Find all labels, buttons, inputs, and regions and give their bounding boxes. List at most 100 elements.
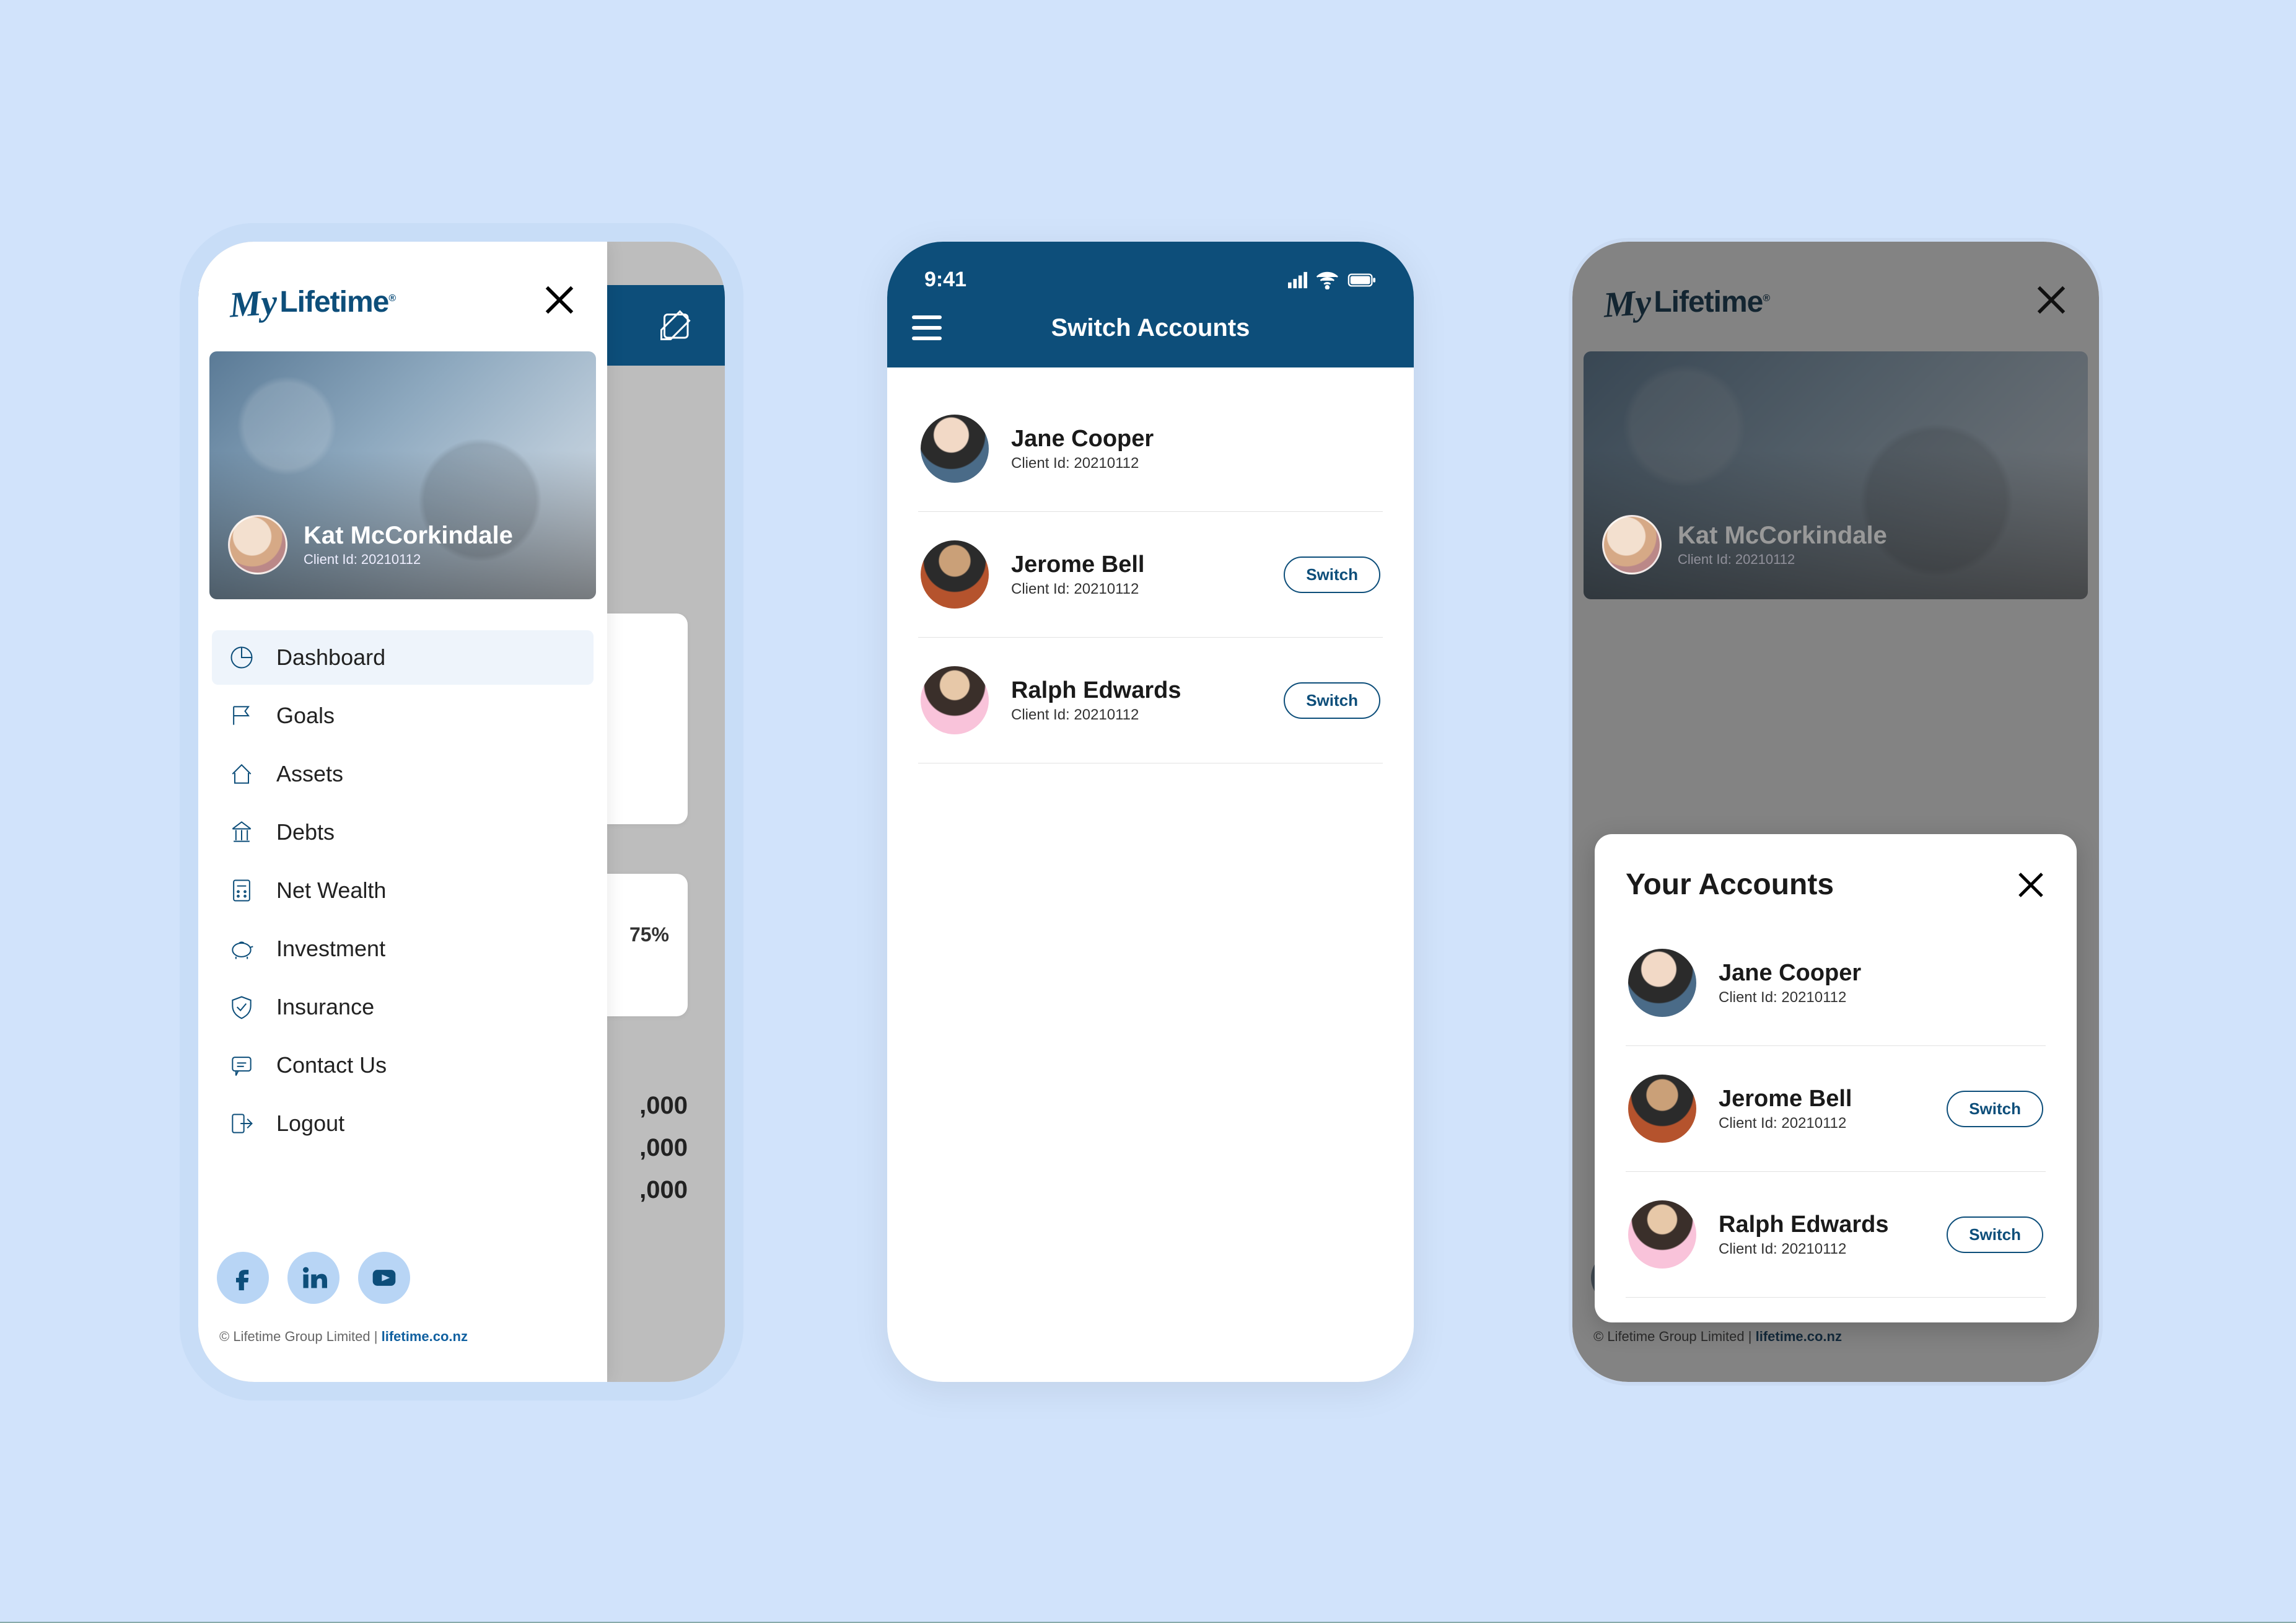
- nav-debts[interactable]: Debts: [212, 805, 594, 860]
- flag-icon: [228, 702, 255, 729]
- avatar: [921, 540, 989, 609]
- nav-label: Insurance: [276, 994, 374, 1020]
- switch-button[interactable]: Switch: [1947, 1216, 2043, 1253]
- nav-assets[interactable]: Assets: [212, 747, 594, 801]
- switch-button[interactable]: Switch: [1947, 1091, 2043, 1127]
- logo-lifetime: Lifetime®: [279, 285, 395, 319]
- shield-icon: [228, 993, 255, 1021]
- account-client-id: Client Id: 20210112: [1719, 989, 2043, 1006]
- dashboard-figures: ,000 ,000 ,000: [639, 1084, 688, 1211]
- nav-label: Logout: [276, 1111, 344, 1137]
- nav-investment[interactable]: Investment: [212, 921, 594, 976]
- status-time: 9:41: [924, 268, 966, 292]
- nav-label: Goals: [276, 703, 335, 729]
- close-icon[interactable]: [543, 283, 576, 317]
- youtube-link[interactable]: [358, 1252, 410, 1304]
- account-row[interactable]: Jane Cooper Client Id: 20210112: [918, 386, 1383, 512]
- account-name: Jerome Bell: [1719, 1086, 1924, 1112]
- account-name: Jane Cooper: [1719, 960, 2043, 987]
- nav-drawer: My Lifetime® Kat McCorkindale Client Id:…: [198, 242, 607, 1382]
- account-row[interactable]: Jerome Bell Client Id: 20210112 Switch: [918, 512, 1383, 638]
- pie-chart-icon: [228, 644, 255, 671]
- avatar: [1628, 949, 1696, 1017]
- facebook-link[interactable]: [217, 1252, 269, 1304]
- account-client-id: Client Id: 20210112: [1011, 706, 1261, 724]
- nav-label: Investment: [276, 936, 385, 962]
- account-name: Jerome Bell: [1011, 552, 1261, 578]
- account-name: Ralph Edwards: [1719, 1212, 1924, 1238]
- account-client-id: Client Id: 20210112: [1011, 455, 1380, 472]
- user-hero-banner: Kat McCorkindale Client Id: 20210112: [209, 351, 596, 599]
- app-logo: My Lifetime®: [229, 279, 395, 320]
- switch-button[interactable]: Switch: [1284, 682, 1380, 719]
- figure-row: ,000: [639, 1127, 688, 1169]
- phone-drawer: 75% ,000 ,000 ,000 My Lifetime® Kat McC: [198, 242, 725, 1382]
- drawer-header: My Lifetime®: [198, 242, 607, 339]
- account-client-id: Client Id: 20210112: [1719, 1115, 1924, 1132]
- calculator-icon: [228, 877, 255, 904]
- nav-goals[interactable]: Goals: [212, 688, 594, 743]
- nav-dashboard[interactable]: Dashboard: [212, 630, 594, 685]
- nav-label: Dashboard: [276, 644, 385, 671]
- edit-icon[interactable]: [657, 307, 694, 344]
- your-accounts-modal: Your Accounts Jane Cooper Client Id: 202…: [1595, 834, 2077, 1322]
- nav-list: Dashboard Goals Assets Debts Net Wealth: [198, 618, 607, 1151]
- phone-switch-accounts: 9:41 Switch Accounts Jane Cooper Client …: [887, 242, 1414, 1382]
- header-title-row: Switch Accounts: [887, 298, 1414, 367]
- user-client-id: Client Id: 20210112: [304, 552, 513, 568]
- home-icon: [228, 760, 255, 788]
- user-identity[interactable]: Kat McCorkindale Client Id: 20210112: [228, 515, 513, 574]
- app-header: 9:41 Switch Accounts: [887, 242, 1414, 367]
- avatar: [1602, 515, 1662, 574]
- account-name: Jane Cooper: [1011, 426, 1380, 452]
- nav-logout[interactable]: Logout: [212, 1096, 594, 1151]
- chat-icon: [228, 1052, 255, 1079]
- account-client-id: Client Id: 20210112: [1011, 581, 1261, 598]
- avatar: [921, 415, 989, 483]
- account-name: Ralph Edwards: [1011, 677, 1261, 704]
- nav-insurance[interactable]: Insurance: [212, 980, 594, 1034]
- avatar: [1628, 1075, 1696, 1143]
- social-links: [198, 1227, 607, 1310]
- bank-icon: [228, 819, 255, 846]
- facebook-icon: [229, 1264, 256, 1291]
- avatar: [921, 666, 989, 734]
- figure-row: ,000: [639, 1169, 688, 1211]
- status-icons: [1288, 271, 1377, 289]
- account-row[interactable]: Jane Cooper Client Id: 20210112: [1626, 920, 2046, 1046]
- account-row[interactable]: Ralph Edwards Client Id: 20210112 Switch: [1626, 1172, 2046, 1298]
- avatar: [1628, 1200, 1696, 1269]
- modal-title: Your Accounts: [1626, 868, 1834, 902]
- modal-header: Your Accounts: [1626, 868, 2046, 902]
- nav-label: Net Wealth: [276, 877, 386, 904]
- figure-row: ,000: [639, 1084, 688, 1127]
- user-name: Kat McCorkindale: [304, 522, 513, 549]
- close-icon[interactable]: [2016, 870, 2046, 900]
- nav-contact[interactable]: Contact Us: [212, 1038, 594, 1093]
- nav-net-wealth[interactable]: Net Wealth: [212, 863, 594, 918]
- cellular-signal-icon: [1288, 271, 1308, 289]
- accounts-list: Jane Cooper Client Id: 20210112 Jerome B…: [887, 367, 1414, 782]
- phone-accounts-modal: My Lifetime® Kat McCorkindale Client Id:…: [1572, 242, 2099, 1382]
- nav-label: Assets: [276, 761, 343, 787]
- canvas: 75% ,000 ,000 ,000 My Lifetime® Kat McC: [0, 0, 2296, 1623]
- nav-label: Contact Us: [276, 1052, 387, 1078]
- account-client-id: Client Id: 20210112: [1719, 1241, 1924, 1258]
- nav-label: Debts: [276, 819, 335, 845]
- switch-button[interactable]: Switch: [1284, 556, 1380, 593]
- wifi-icon: [1316, 271, 1339, 289]
- page-title: Switch Accounts: [887, 314, 1414, 342]
- account-row[interactable]: Ralph Edwards Client Id: 20210112 Switch: [918, 638, 1383, 763]
- avatar: [228, 515, 287, 574]
- copyright: © Lifetime Group Limited |: [219, 1329, 382, 1344]
- ios-status-bar: 9:41: [887, 249, 1414, 298]
- drawer-footer: © Lifetime Group Limited | lifetime.co.n…: [198, 1310, 607, 1382]
- linkedin-icon: [300, 1264, 327, 1291]
- dashboard-progress-value: 75%: [629, 923, 669, 946]
- linkedin-link[interactable]: [287, 1252, 340, 1304]
- battery-icon: [1347, 271, 1377, 289]
- logout-icon: [228, 1110, 255, 1137]
- logo-my: My: [228, 281, 279, 325]
- footer-link[interactable]: lifetime.co.nz: [382, 1329, 468, 1344]
- account-row[interactable]: Jerome Bell Client Id: 20210112 Switch: [1626, 1046, 2046, 1172]
